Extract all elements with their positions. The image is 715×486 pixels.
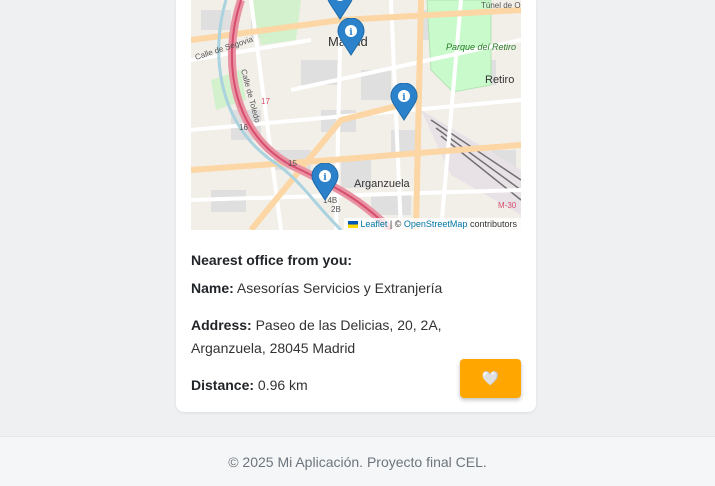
favorite-button[interactable]: 🤍 <box>460 359 521 398</box>
svg-text:i: i <box>323 173 327 183</box>
office-distance-value: 0.96 km <box>257 377 308 393</box>
footer-copyright: © 2025 Mi Aplicación. Proyecto final CEL… <box>228 453 487 470</box>
info-marker-icon: i <box>337 18 365 56</box>
map-marker-nearest[interactable]: i <box>311 163 339 201</box>
svg-text:i: i <box>402 93 406 103</box>
svg-text:i: i <box>349 28 353 38</box>
map-label-road-15: 15 <box>288 159 297 168</box>
office-distance-label: Distance: <box>191 377 255 393</box>
info-marker-icon: i <box>327 0 353 20</box>
office-name-row: Name: Asesorías Servicios y Extranjería <box>191 277 511 300</box>
map-label-road-m30: M-30 <box>498 201 517 210</box>
nearest-office-heading: Nearest office from you: <box>191 252 353 268</box>
office-name-value: Asesorías Servicios y Extranjería <box>236 280 443 296</box>
map-label-road-17: 17 <box>261 97 270 106</box>
osm-link[interactable]: OpenStreetMap <box>404 219 468 229</box>
map-marker[interactable]: i <box>390 83 418 121</box>
map-view[interactable]: Madrid Parque del Retiro Retiro Arganzue… <box>191 0 521 230</box>
heart-icon: 🤍 <box>481 370 500 386</box>
map-label-park: Parque del Retiro <box>446 42 516 52</box>
attribution-separator: | © <box>389 219 402 229</box>
office-name-label: Name: <box>191 280 234 296</box>
ukraine-flag-icon <box>348 221 359 228</box>
map-attribution: Leaflet | © OpenStreetMap contributors <box>344 218 521 230</box>
map-marker[interactable]: i <box>337 18 365 56</box>
office-distance-row: Distance: 0.96 km <box>191 374 308 397</box>
page-footer: © 2025 Mi Aplicación. Proyecto final CEL… <box>0 436 715 486</box>
office-card: Madrid Parque del Retiro Retiro Arganzue… <box>176 0 536 412</box>
leaflet-link[interactable]: Leaflet <box>360 219 387 229</box>
attribution-contributors: contributors <box>469 219 517 229</box>
map-label-arganzuela: Arganzuela <box>354 178 411 190</box>
map-label-road-2b: 2B <box>331 205 341 214</box>
office-address-label: Address: <box>191 317 252 333</box>
map-label-tunnel: Túnel de O'D <box>481 1 521 10</box>
map-marker[interactable]: i <box>326 0 354 20</box>
map-label-retiro: Retiro <box>485 74 514 86</box>
info-marker-icon: i <box>390 83 418 121</box>
svg-text:i: i <box>338 0 342 2</box>
office-address-row: Address: Paseo de las Delicias, 20, 2A, … <box>191 314 481 360</box>
map-label-road-16: 16 <box>239 123 248 132</box>
info-marker-icon: i <box>311 163 339 201</box>
